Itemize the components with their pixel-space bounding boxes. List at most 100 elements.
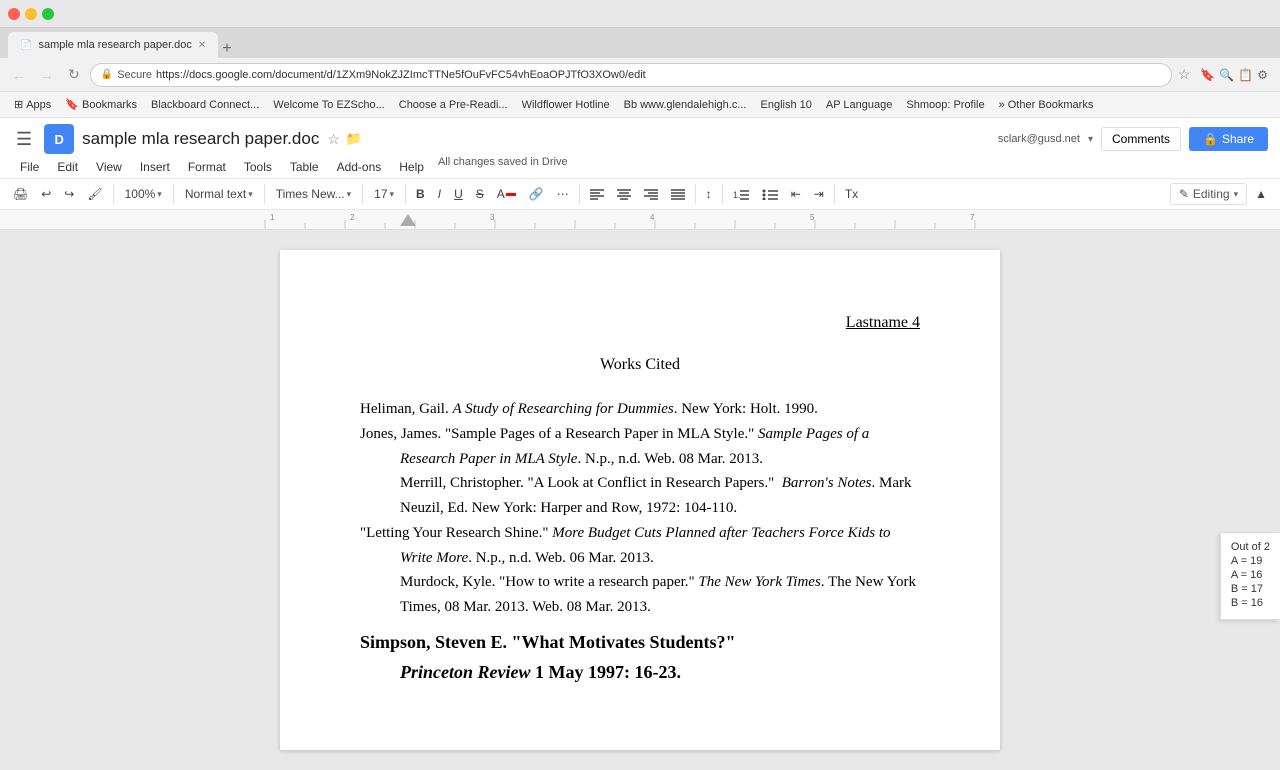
menu-edit[interactable]: Edit <box>49 156 86 178</box>
extensions-area: 🔖 🔍 📋 ⚙ <box>1196 68 1272 82</box>
line-spacing-btn[interactable]: ↕ <box>701 184 717 204</box>
forward-btn[interactable]: → <box>36 65 58 85</box>
toolbar-collapse-btn[interactable]: ▲ <box>1250 184 1272 204</box>
account-chevron-icon[interactable]: ▾ <box>1088 134 1093 145</box>
gdocs-logo: D <box>44 124 74 154</box>
hamburger-menu-icon[interactable]: ☰ <box>12 125 36 154</box>
bm-prereadi[interactable]: Choose a Pre-Readi... <box>393 97 514 113</box>
document-page: Lastname 4 Works Cited Heliman, Gail. A … <box>280 250 1000 750</box>
citation-murdock: Murdock, Kyle. "How to write a research … <box>400 570 920 620</box>
bm-aplang[interactable]: AP Language <box>820 97 898 113</box>
redo-btn[interactable]: ↪ <box>59 184 79 204</box>
paragraph-style-dropdown[interactable]: Normal text ▾ <box>179 183 259 205</box>
bm-glendale[interactable]: Bb www.glendalehigh.c... <box>618 97 753 113</box>
star-icon[interactable]: ☆ <box>327 131 340 148</box>
title-icons: ☆ 📁 <box>327 131 362 148</box>
editing-mode-dropdown[interactable]: ✎ Editing ▾ <box>1170 183 1247 205</box>
minimize-window-btn[interactable] <box>25 8 37 20</box>
gdocs-menubar: File Edit View Insert Format Tools Table… <box>12 156 1268 178</box>
ext-icon-1[interactable]: 🔖 <box>1200 68 1215 82</box>
score-b17: B = 17 <box>1231 583 1270 595</box>
new-tab-btn[interactable]: + <box>222 40 231 58</box>
ext-icon-2[interactable]: 🔍 <box>1219 68 1234 82</box>
align-left-btn[interactable] <box>585 185 609 203</box>
zoom-dropdown[interactable]: 100% ▾ <box>119 183 168 205</box>
decrease-indent-btn[interactable]: ⇤ <box>786 184 806 204</box>
bm-other[interactable]: » Other Bookmarks <box>993 97 1100 113</box>
menu-table[interactable]: Table <box>282 156 327 178</box>
bm-english10[interactable]: English 10 <box>755 97 818 113</box>
menu-file[interactable]: File <box>12 156 47 178</box>
tab-close-btn[interactable]: ✕ <box>198 40 206 51</box>
font-value: Times New... <box>276 187 345 201</box>
address-bar[interactable]: 🔒 Secure https://docs.google.com/documen… <box>90 63 1172 87</box>
ext-icon-4[interactable]: ⚙ <box>1257 68 1268 82</box>
svg-text:1.: 1. <box>733 190 741 200</box>
menu-insert[interactable]: Insert <box>132 156 178 178</box>
menu-format[interactable]: Format <box>180 156 234 178</box>
toolbar-sep-8 <box>722 184 723 204</box>
font-size-value: 17 <box>374 187 387 201</box>
font-size-dropdown[interactable]: 17 ▾ <box>368 183 400 205</box>
url-text[interactable]: https://docs.google.com/document/d/1ZXm9… <box>156 69 646 81</box>
align-justify-btn[interactable] <box>666 185 690 203</box>
bm-apps[interactable]: ⊞ Apps <box>8 96 57 113</box>
svg-text:2: 2 <box>350 213 355 222</box>
zoom-value: 100% <box>125 187 156 201</box>
more-formatting-btn[interactable]: ⋯ <box>552 184 574 204</box>
document-scroll-area[interactable]: Lastname 4 Works Cited Heliman, Gail. A … <box>0 230 1280 770</box>
close-window-btn[interactable] <box>8 8 20 20</box>
print-btn[interactable]: 🖨 <box>8 184 33 204</box>
bm-blackboard[interactable]: Blackboard Connect... <box>145 97 265 113</box>
bookmark-icon[interactable]: ☆ <box>1178 66 1191 83</box>
score-title: Out of 2 <box>1231 541 1270 553</box>
active-tab[interactable]: 📄 sample mla research paper.doc ✕ <box>8 32 218 58</box>
gdocs-actions: sclark@gusd.net ▾ Comments 🔒 Share <box>998 127 1268 151</box>
menu-addons[interactable]: Add-ons <box>329 156 390 178</box>
menu-help[interactable]: Help <box>391 156 432 178</box>
increase-indent-btn[interactable]: ⇥ <box>809 184 829 204</box>
tab-bar: 📄 sample mla research paper.doc ✕ + <box>0 28 1280 58</box>
link-btn[interactable]: 🔗 <box>524 184 549 204</box>
svg-text:1: 1 <box>270 213 275 222</box>
bm-bookmarks[interactable]: 🔖 Bookmarks <box>59 96 143 113</box>
bold-btn[interactable]: B <box>411 184 430 204</box>
document-title[interactable]: sample mla research paper.doc <box>82 129 319 149</box>
font-dropdown[interactable]: Times New... ▾ <box>270 183 357 205</box>
strikethrough-btn[interactable]: S <box>471 184 489 204</box>
back-btn[interactable]: ← <box>8 65 30 85</box>
italic-btn[interactable]: I <box>433 184 446 204</box>
bm-wildflower[interactable]: Wildflower Hotline <box>516 97 616 113</box>
numbered-list-btn[interactable]: 1. <box>728 185 754 203</box>
align-center-btn[interactable] <box>612 185 636 203</box>
toolbar-sep-9 <box>834 184 835 204</box>
menu-view[interactable]: View <box>88 156 130 178</box>
underline-btn[interactable]: U <box>449 184 468 204</box>
maximize-window-btn[interactable] <box>42 8 54 20</box>
menu-tools[interactable]: Tools <box>236 156 280 178</box>
paintformat-btn[interactable]: 🖌 <box>82 184 107 204</box>
style-chevron-icon: ▾ <box>248 189 253 200</box>
autosave-status: All changes saved in Drive <box>438 156 568 178</box>
folder-icon[interactable]: 📁 <box>346 131 362 148</box>
clear-formatting-btn[interactable]: Tx <box>840 184 863 204</box>
score-a19: A = 19 <box>1231 555 1270 567</box>
bm-ezscho[interactable]: Welcome To EZScho... <box>267 97 390 113</box>
bm-shmoop[interactable]: Shmoop: Profile <box>900 97 990 113</box>
share-label: Share <box>1222 132 1254 146</box>
ext-icon-3[interactable]: 📋 <box>1238 68 1253 82</box>
browser-titlebar <box>0 0 1280 28</box>
undo-btn[interactable]: ↩ <box>36 184 56 204</box>
toolbar-sep-2 <box>173 184 174 204</box>
toolbar-sep-4 <box>362 184 363 204</box>
citation-princeton: Princeton Review 1 May 1997: 16-23. <box>400 658 920 688</box>
refresh-btn[interactable]: ↻ <box>64 64 84 85</box>
text-color-btn[interactable]: A <box>492 184 521 204</box>
secure-icon: 🔒 <box>101 69 113 80</box>
align-right-btn[interactable] <box>639 185 663 203</box>
citation-simpson: Simpson, Steven E. "What Motivates Stude… <box>360 628 920 658</box>
bullet-list-btn[interactable] <box>757 185 783 203</box>
comments-button[interactable]: Comments <box>1101 127 1181 151</box>
user-email: sclark@gusd.net <box>998 133 1080 145</box>
share-button[interactable]: 🔒 Share <box>1189 127 1268 151</box>
